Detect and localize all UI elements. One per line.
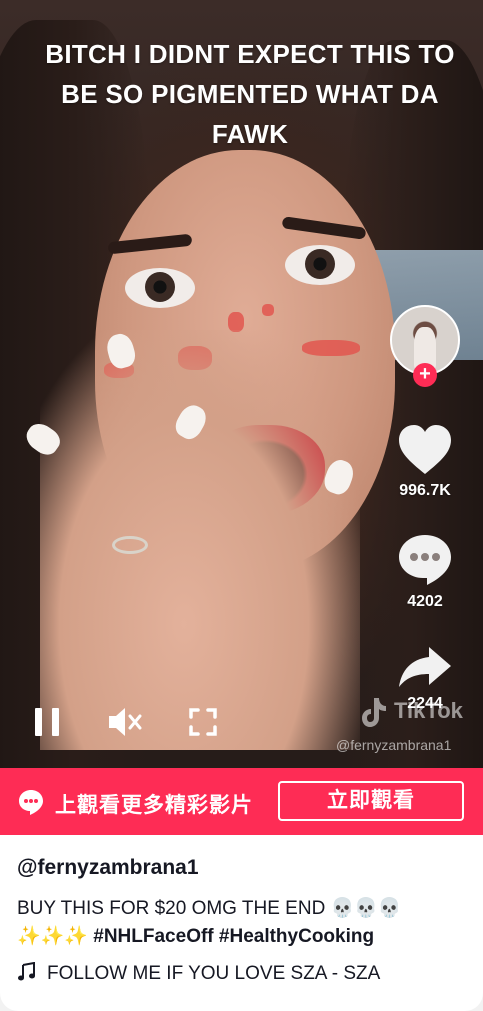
comment-icon — [399, 535, 451, 585]
pause-button[interactable] — [27, 702, 67, 742]
watermark-username: @fernyzambrana1 — [336, 737, 452, 753]
fullscreen-button[interactable] — [183, 702, 223, 742]
share-icon — [399, 647, 451, 687]
video-card: BITCH I DIDNT EXPECT THIS TO BE SO PIGME… — [0, 0, 483, 1011]
video-frame-eye — [125, 268, 195, 308]
pause-icon — [35, 708, 59, 736]
music-title: FOLLOW ME IF YOU LOVE SZA - SZA — [47, 963, 381, 984]
video-caption: BITCH I DIDNT EXPECT THIS TO BE SO PIGME… — [45, 39, 455, 149]
comment-count: 4202 — [407, 593, 443, 610]
video-frame-swatch — [228, 312, 244, 332]
hashtag-link[interactable]: #HealthyCooking — [219, 926, 374, 947]
watch-now-button[interactable]: 立即觀看 — [278, 781, 464, 821]
mute-icon — [109, 708, 142, 736]
hashtag-link[interactable]: #NHLFaceOff — [93, 926, 213, 947]
fullscreen-icon — [189, 708, 217, 736]
video-frame-swatch — [262, 304, 274, 316]
video-player[interactable]: BITCH I DIDNT EXPECT THIS TO BE SO PIGME… — [0, 0, 483, 768]
tiktok-logo-icon — [362, 698, 386, 727]
chat-bubble-icon — [19, 790, 43, 815]
app-promo-bar: 上觀看更多精彩影片 立即觀看 — [0, 768, 483, 835]
comment-button[interactable]: 4202 — [393, 533, 457, 611]
like-count: 996.7K — [399, 482, 451, 499]
music-link[interactable]: FOLLOW ME IF YOU LOVE SZA - SZA — [17, 962, 380, 985]
video-frame-eye — [285, 245, 355, 285]
video-frame-ring — [112, 536, 148, 554]
heart-icon — [399, 425, 451, 474]
mute-button[interactable] — [105, 702, 145, 742]
follow-button[interactable]: + — [413, 363, 437, 387]
video-frame-hand — [40, 330, 360, 750]
author-username[interactable]: @fernyzambrana1 — [17, 856, 199, 880]
promo-text: 上觀看更多精彩影片 — [55, 794, 253, 817]
music-note-icon — [18, 962, 35, 981]
like-button[interactable]: 996.7K — [393, 424, 457, 500]
tiktok-watermark: TikTok — [394, 698, 463, 723]
video-description: BUY THIS FOR $20 OMG THE END 💀💀💀 ✨✨✨ #NH… — [17, 895, 467, 951]
